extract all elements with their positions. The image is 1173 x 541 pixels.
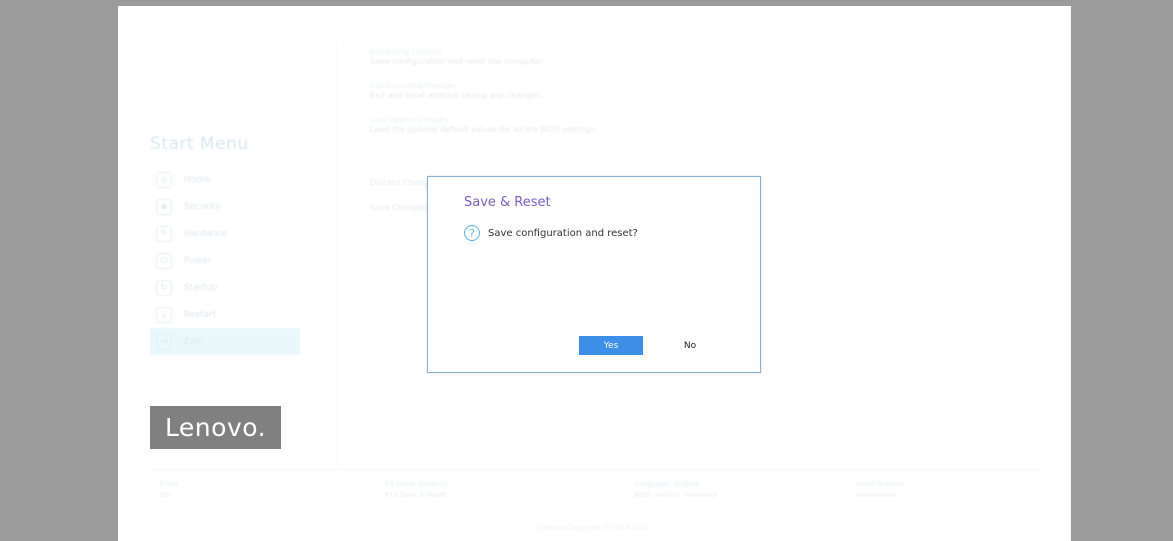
footer-text: Enter: [160, 480, 179, 488]
menu-item-restart[interactable]: ⤓ Restart: [150, 301, 300, 328]
menu-item-home[interactable]: ⌂ Home: [150, 166, 300, 193]
footer-divider: [150, 469, 1040, 470]
option-title[interactable]: Exit Saving Changes: [370, 48, 810, 57]
option-title[interactable]: Load Optimal Defaults: [370, 116, 810, 125]
start-menu-title: Start Menu: [150, 134, 249, 154]
dialog-title: Save & Reset: [464, 195, 551, 210]
footer-text: Serial Number: [855, 480, 906, 488]
menu-item-label: Power: [184, 255, 212, 266]
start-menu-list: ⌂ Home ◈ Security ✎ Hardware ⏻ Power ↻ S…: [150, 166, 300, 355]
dialog-message: Save configuration and reset?: [488, 227, 638, 239]
menu-item-power[interactable]: ⏻ Power: [150, 247, 300, 274]
footer-text: Esc: [160, 491, 172, 499]
menu-item-label: Exit: [184, 336, 202, 347]
option-description: Save configuration and reset the compute…: [370, 57, 545, 66]
menu-item-label: Home: [184, 174, 211, 185]
footer-text: F9 Setup Defaults: [385, 480, 448, 488]
download-icon: ⤓: [156, 306, 172, 323]
footer-column: Serial Number xxxxxxxxxx: [855, 480, 905, 502]
menu-item-label: Startup: [184, 282, 218, 293]
tools-icon: ✎: [156, 225, 172, 242]
footer-text: xxxxxxxxxx: [855, 491, 897, 499]
power-icon: ⏻: [156, 252, 172, 269]
option-title[interactable]: Exit Discarding Changes: [370, 82, 810, 91]
footer-column: F9 Setup Defaults F10 Save & Reset: [385, 480, 448, 502]
footer-column: Language: English BIOS Version: xxxxxxxx: [635, 480, 718, 502]
save-reset-dialog: Save & Reset ? Save configuration and re…: [427, 176, 761, 373]
exit-icon: ⇥: [156, 333, 172, 350]
startup-icon: ↻: [156, 279, 172, 296]
footer-column: Enter Esc: [160, 480, 179, 502]
footer-text: F10 Save & Reset: [385, 491, 447, 499]
yes-button[interactable]: Yes: [579, 336, 643, 355]
menu-item-label: Hardware: [184, 228, 228, 239]
option-description: Load the optimal default values for all …: [370, 125, 597, 134]
shield-icon: ◈: [156, 198, 172, 215]
footer-text: BIOS Version: xxxxxxxx: [635, 491, 718, 499]
option-description: Exit and reset without saving any change…: [370, 91, 543, 100]
lenovo-logo: Lenovo.: [150, 406, 281, 449]
home-icon: ⌂: [156, 171, 172, 188]
dialog-message-row: ? Save configuration and reset?: [464, 225, 638, 241]
footer-text: Language: English: [635, 480, 700, 488]
bios-screen: Start Menu ⌂ Home ◈ Security ✎ Hardware …: [118, 6, 1071, 541]
copyright-text: Lenovo Copyright © 2019-2020: [538, 524, 651, 532]
menu-item-hardware[interactable]: ✎ Hardware: [150, 220, 300, 247]
menu-item-label: Security: [184, 201, 221, 212]
menu-item-security[interactable]: ◈ Security: [150, 193, 300, 220]
question-icon: ?: [464, 225, 480, 241]
menu-item-label: Restart: [184, 309, 217, 320]
menu-item-startup[interactable]: ↻ Startup: [150, 274, 300, 301]
no-button[interactable]: No: [670, 336, 710, 355]
menu-item-exit[interactable]: ⇥ Exit: [150, 328, 300, 355]
vertical-divider: [336, 42, 337, 467]
